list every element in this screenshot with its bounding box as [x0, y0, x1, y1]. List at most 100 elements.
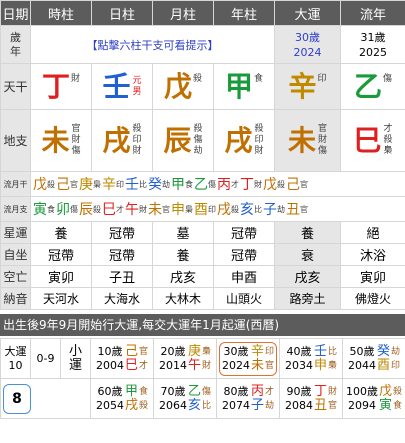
tiangan-cell-0[interactable]: 丁財: [30, 63, 92, 110]
dayun-zhi-god: 比: [202, 400, 212, 411]
dayun-label: 大運: [4, 344, 27, 358]
liuyuezhi-item[interactable]: 午財: [125, 199, 147, 219]
dayun-gan: 己: [124, 343, 138, 359]
liuyue-item[interactable]: 丁財: [240, 174, 262, 194]
dayun-entry-0[interactable]: 10歲 2004 己巳官才: [90, 338, 154, 379]
dayun-gods: 梟財: [202, 345, 211, 373]
dayun-entry-year: 2064: [158, 398, 187, 412]
liuyuezhi-item[interactable]: 寅食: [33, 199, 55, 219]
dayun-gods: 才劫: [265, 385, 274, 413]
dayun-entry-9[interactable]: 100歲 2094 戊寅殺食: [342, 378, 405, 419]
dayun-zhi: 亥: [187, 397, 201, 413]
header-liunian: 流年: [340, 0, 405, 26]
liuyuezhi-item[interactable]: 未官: [148, 199, 170, 219]
dayun-age-year: 60歲 2054: [96, 385, 124, 413]
liuyuezhi-item[interactable]: 酉印: [194, 199, 216, 219]
liuyuezhi-item[interactable]: 丑官: [286, 199, 308, 219]
liuyue-char: 己: [56, 177, 70, 193]
liuyue-item[interactable]: 辛印: [102, 174, 124, 194]
dayun-entry-8[interactable]: 90歲 2084 丁丑財官: [279, 378, 343, 419]
dayun-entry-box: 40歲 2034 壬申比梟: [281, 343, 342, 373]
dayun-age-year: 70歲 2064: [159, 385, 187, 413]
dizhi-wrap-1: 戌殺印財: [93, 124, 152, 157]
dayun-entry-2[interactable]: 30歲 2024 辛未印官: [216, 338, 280, 379]
liuyue-item[interactable]: 癸劫: [148, 174, 170, 194]
dizhi-cell-2[interactable]: 辰殺傷劫: [152, 109, 214, 172]
liuyue-item[interactable]: 己官: [286, 174, 308, 194]
dayun-ganzhi: 乙亥: [187, 384, 201, 413]
liuyue-item[interactable]: 丙才: [217, 174, 239, 194]
liuyue-char: 戊: [263, 177, 277, 193]
hint-text[interactable]: 【點擊六柱干支可看提示】: [30, 25, 275, 64]
liunian-age: 31歲: [360, 30, 386, 44]
dayun-row-2: 8 60歲 2054 甲戌食殺 70歲 2064 乙亥傷比 80歲 2074 丙子才劫 90歲 20…: [0, 378, 405, 419]
dizhi-cell-0[interactable]: 未官財傷: [30, 109, 92, 172]
liuyuezhi-item[interactable]: 卯傷: [56, 199, 78, 219]
header-date: 日期: [0, 0, 31, 26]
tiangan-cell-3[interactable]: 甲食: [213, 63, 275, 110]
liuyuezhi-item[interactable]: 辰殺: [79, 199, 101, 219]
dayun-entry-age: 90歲: [286, 384, 312, 398]
liuyuezhi-char: 卯: [56, 202, 70, 218]
xingyun-cell-3: 冠帶: [213, 221, 275, 244]
dizhi-god: 財: [132, 146, 142, 156]
liunian-age-cell[interactable]: 31歲 2025: [340, 25, 405, 64]
dayun-entry-5[interactable]: 60歲 2054 甲戌食殺: [90, 378, 154, 419]
dayun-entry-6[interactable]: 70歲 2064 乙亥傷比: [153, 378, 217, 419]
dayun-age-cell[interactable]: 30歲 2024: [274, 25, 341, 64]
liuyue-item[interactable]: 戊殺: [33, 174, 55, 194]
dayun-entry-age: 50歲: [349, 344, 375, 358]
xiaoyun-bot: 運: [68, 357, 82, 373]
liuyue-god: 梟: [93, 180, 101, 189]
liuyue-item[interactable]: 乙傷: [194, 174, 216, 194]
tiangan-wrap-0: 丁財: [32, 71, 91, 102]
dayun-age-year: 10歲 2004: [96, 345, 124, 373]
liuyuezhi-item[interactable]: 巳才: [102, 199, 124, 219]
dizhi-cell-1[interactable]: 戌殺印財: [91, 109, 153, 172]
tiangan-cell-5[interactable]: 乙傷: [340, 63, 405, 110]
liuyuezhi-god: 梟: [185, 205, 193, 214]
kongwang-cell-0: 寅卯: [30, 265, 92, 288]
dayun-entry-year: 2054: [95, 398, 124, 412]
tiangan-cell-1[interactable]: 壬元男: [91, 63, 153, 110]
dizhi-cell-3[interactable]: 戌殺印財: [213, 109, 275, 172]
dayun-entry-age: 100歲: [345, 384, 378, 398]
dizhi-label: 地支: [0, 109, 31, 172]
tiangan-god: 食: [254, 73, 264, 84]
nayin-label: 納音: [0, 287, 31, 310]
liuyuezhi-char: 丑: [286, 202, 300, 218]
dayun-age-year: 50歲 2044: [348, 345, 376, 373]
liuyue-item[interactable]: 甲食: [171, 174, 193, 194]
nayin-cell-1: 大海水: [91, 287, 153, 310]
liuyue-char: 庚: [79, 177, 93, 193]
zizuo-cell-1: 冠帶: [91, 243, 153, 266]
liuyuezhi-item[interactable]: 戌殺: [217, 199, 239, 219]
liuyuezhi-item[interactable]: 子劫: [263, 199, 285, 219]
kongwang-cell-4: 戌亥: [274, 265, 341, 288]
dizhi-god: 印: [254, 135, 264, 145]
header-row: 日期 時柱 日柱 月柱 年柱 大運 流年: [0, 0, 405, 26]
tiangan-cell-4[interactable]: 辛印: [274, 63, 341, 110]
dayun-zhi-god: 食: [393, 400, 403, 411]
dayun-entry-3[interactable]: 40歲 2034 壬申比梟: [279, 338, 343, 379]
dizhi-cell-4[interactable]: 未官財傷: [274, 109, 341, 172]
liuyuezhi-item[interactable]: 申梟: [171, 199, 193, 219]
dayun-entry-1[interactable]: 20歲 2014 庚午梟財: [153, 338, 217, 379]
zizuo-cell-3: 冠帶: [213, 243, 275, 266]
zizuo-cell-5: 沐浴: [340, 243, 405, 266]
dayun-entry-year: 2014: [158, 358, 187, 372]
kongwang-cell-1: 子丑: [91, 265, 153, 288]
xiaoyun-value-box[interactable]: 8: [3, 383, 31, 414]
liuyue-item[interactable]: 壬比: [125, 174, 147, 194]
tiangan-cell-2[interactable]: 戊殺: [152, 63, 214, 110]
liuyue-item[interactable]: 戊殺: [263, 174, 285, 194]
dizhi-wrap-4: 未官財傷: [276, 124, 340, 157]
liuyue-item[interactable]: 己官: [56, 174, 78, 194]
dayun-entry-4[interactable]: 50歲 2044 癸酉劫印: [342, 338, 405, 379]
dayun-age-year: 100歲 2094: [346, 385, 378, 413]
liuyuezhi-item[interactable]: 亥比: [240, 199, 262, 219]
dayun-gan: 壬: [313, 343, 327, 359]
dayun-entry-7[interactable]: 80歲 2074 丙子才劫: [216, 378, 280, 419]
liuyue-item[interactable]: 庚梟: [79, 174, 101, 194]
dizhi-cell-5[interactable]: 巳才殺梟: [340, 109, 405, 172]
